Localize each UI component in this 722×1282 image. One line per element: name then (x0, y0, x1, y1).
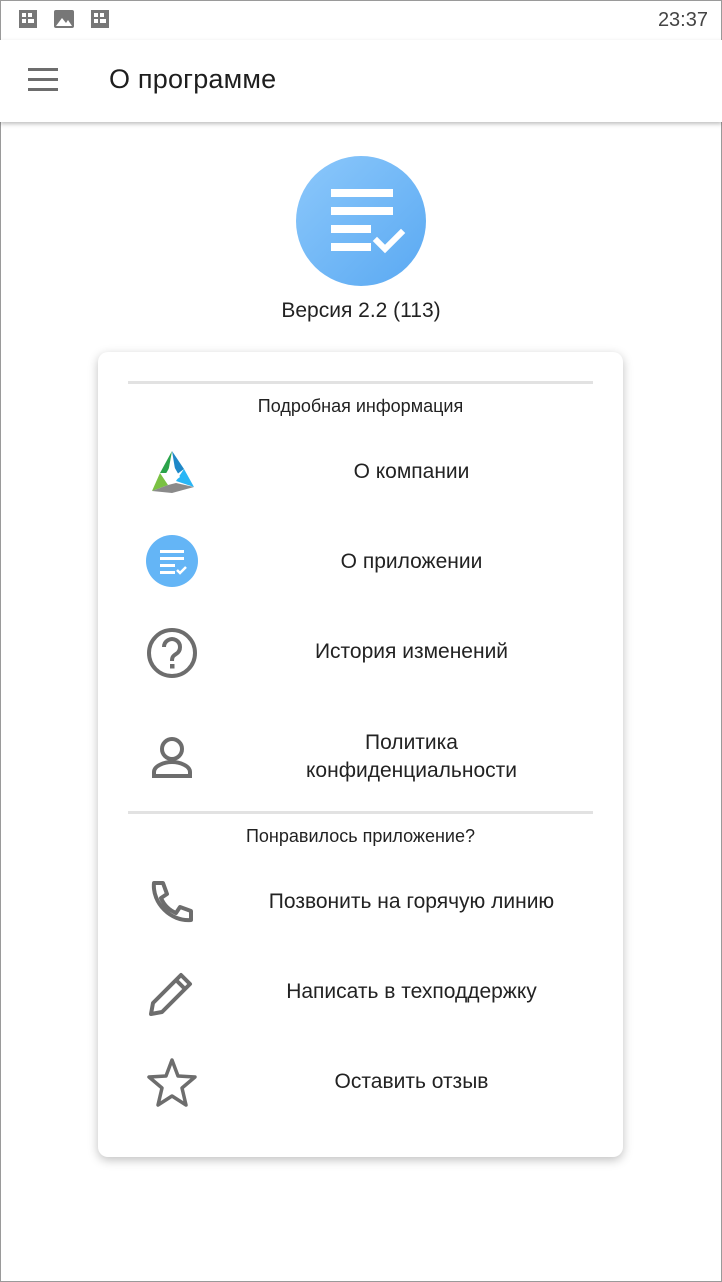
menu-item-about-app[interactable]: О приложении (98, 523, 623, 603)
menu-item-label: Позвонить на горячую линию (268, 890, 555, 913)
section-title-details: Подробная информация (257, 396, 464, 416)
about-card: Подробная информация О компании О прилож… (98, 352, 623, 1157)
menu-item-call-hotline[interactable]: Позвонить на горячую линию (98, 863, 623, 943)
menu-item-label: Оставить отзыв (334, 1070, 489, 1093)
app-version: Версия 2.2 (113) (281, 299, 441, 322)
menu-item-label: История изменений (314, 640, 509, 663)
page-title: О программе (109, 64, 277, 94)
menu-item-label: Политика конфиденциальности (306, 731, 517, 782)
hamburger-menu-icon[interactable] (22, 62, 62, 98)
menu-item-changelog[interactable]: История изменений (98, 613, 623, 693)
menu-item-write-support[interactable]: Написать в техподдержку (98, 953, 623, 1033)
menu-item-leave-review[interactable]: Оставить отзыв (98, 1043, 623, 1123)
app-bar: О программе (0, 40, 722, 122)
person-icon (152, 737, 192, 778)
app-checklist-icon (146, 535, 198, 587)
company-logo-icon (152, 451, 194, 493)
section-title-feedback: Понравилось приложение? (245, 826, 476, 846)
image-icon (54, 10, 74, 28)
app-logo-checklist-icon (296, 156, 426, 286)
sim-card-icon (19, 10, 37, 28)
menu-item-about-company[interactable]: О компании (98, 433, 623, 513)
menu-item-label: О компании (353, 460, 470, 483)
sim-card-icon (91, 10, 109, 28)
star-icon (147, 1058, 197, 1107)
menu-item-privacy-policy[interactable]: Политика конфиденциальности (98, 713, 623, 813)
phone-icon (151, 881, 193, 923)
menu-item-label: Написать в техподдержку (286, 980, 537, 1003)
pencil-icon (149, 973, 192, 1016)
divider (128, 381, 593, 384)
status-bar: 23:37 (0, 0, 722, 40)
status-time: 23:37 (657, 9, 708, 31)
divider (128, 811, 593, 814)
menu-item-label: О приложении (340, 550, 483, 573)
question-circle-icon (147, 628, 197, 678)
